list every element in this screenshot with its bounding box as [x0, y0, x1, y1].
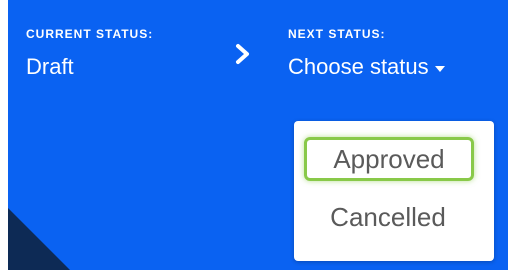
status-option-cancelled[interactable]: Cancelled: [306, 196, 470, 238]
status-option-approved[interactable]: Approved: [304, 137, 474, 181]
status-dropdown-menu: Approved Cancelled: [294, 121, 494, 261]
caret-down-icon: [434, 65, 445, 72]
next-status-select-text: Choose status: [288, 54, 429, 79]
current-status-value: Draft: [26, 54, 74, 79]
decorative-corner: [8, 208, 70, 270]
status-panel: CURRENT STATUS: Draft NEXT STATUS: Choos…: [8, 0, 508, 270]
current-status-label: CURRENT STATUS:: [26, 27, 154, 41]
chevron-right-icon: [236, 44, 249, 64]
next-status-label: NEXT STATUS:: [288, 27, 386, 41]
next-status-select[interactable]: Choose status: [288, 54, 445, 80]
